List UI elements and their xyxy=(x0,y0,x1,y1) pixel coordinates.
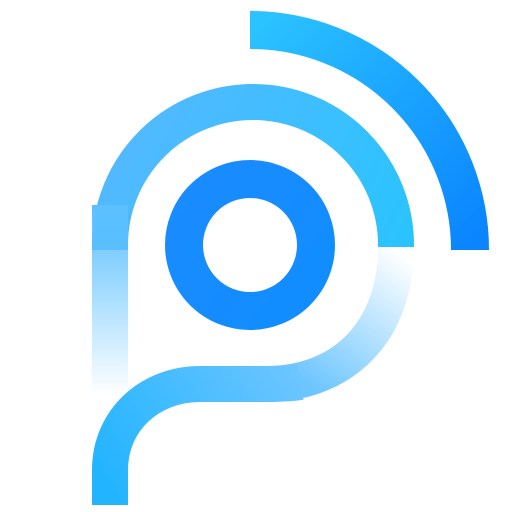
inner-ring xyxy=(165,160,335,330)
location-signal-icon xyxy=(92,11,489,505)
pin-tail xyxy=(92,364,304,505)
app-logo xyxy=(0,0,512,512)
